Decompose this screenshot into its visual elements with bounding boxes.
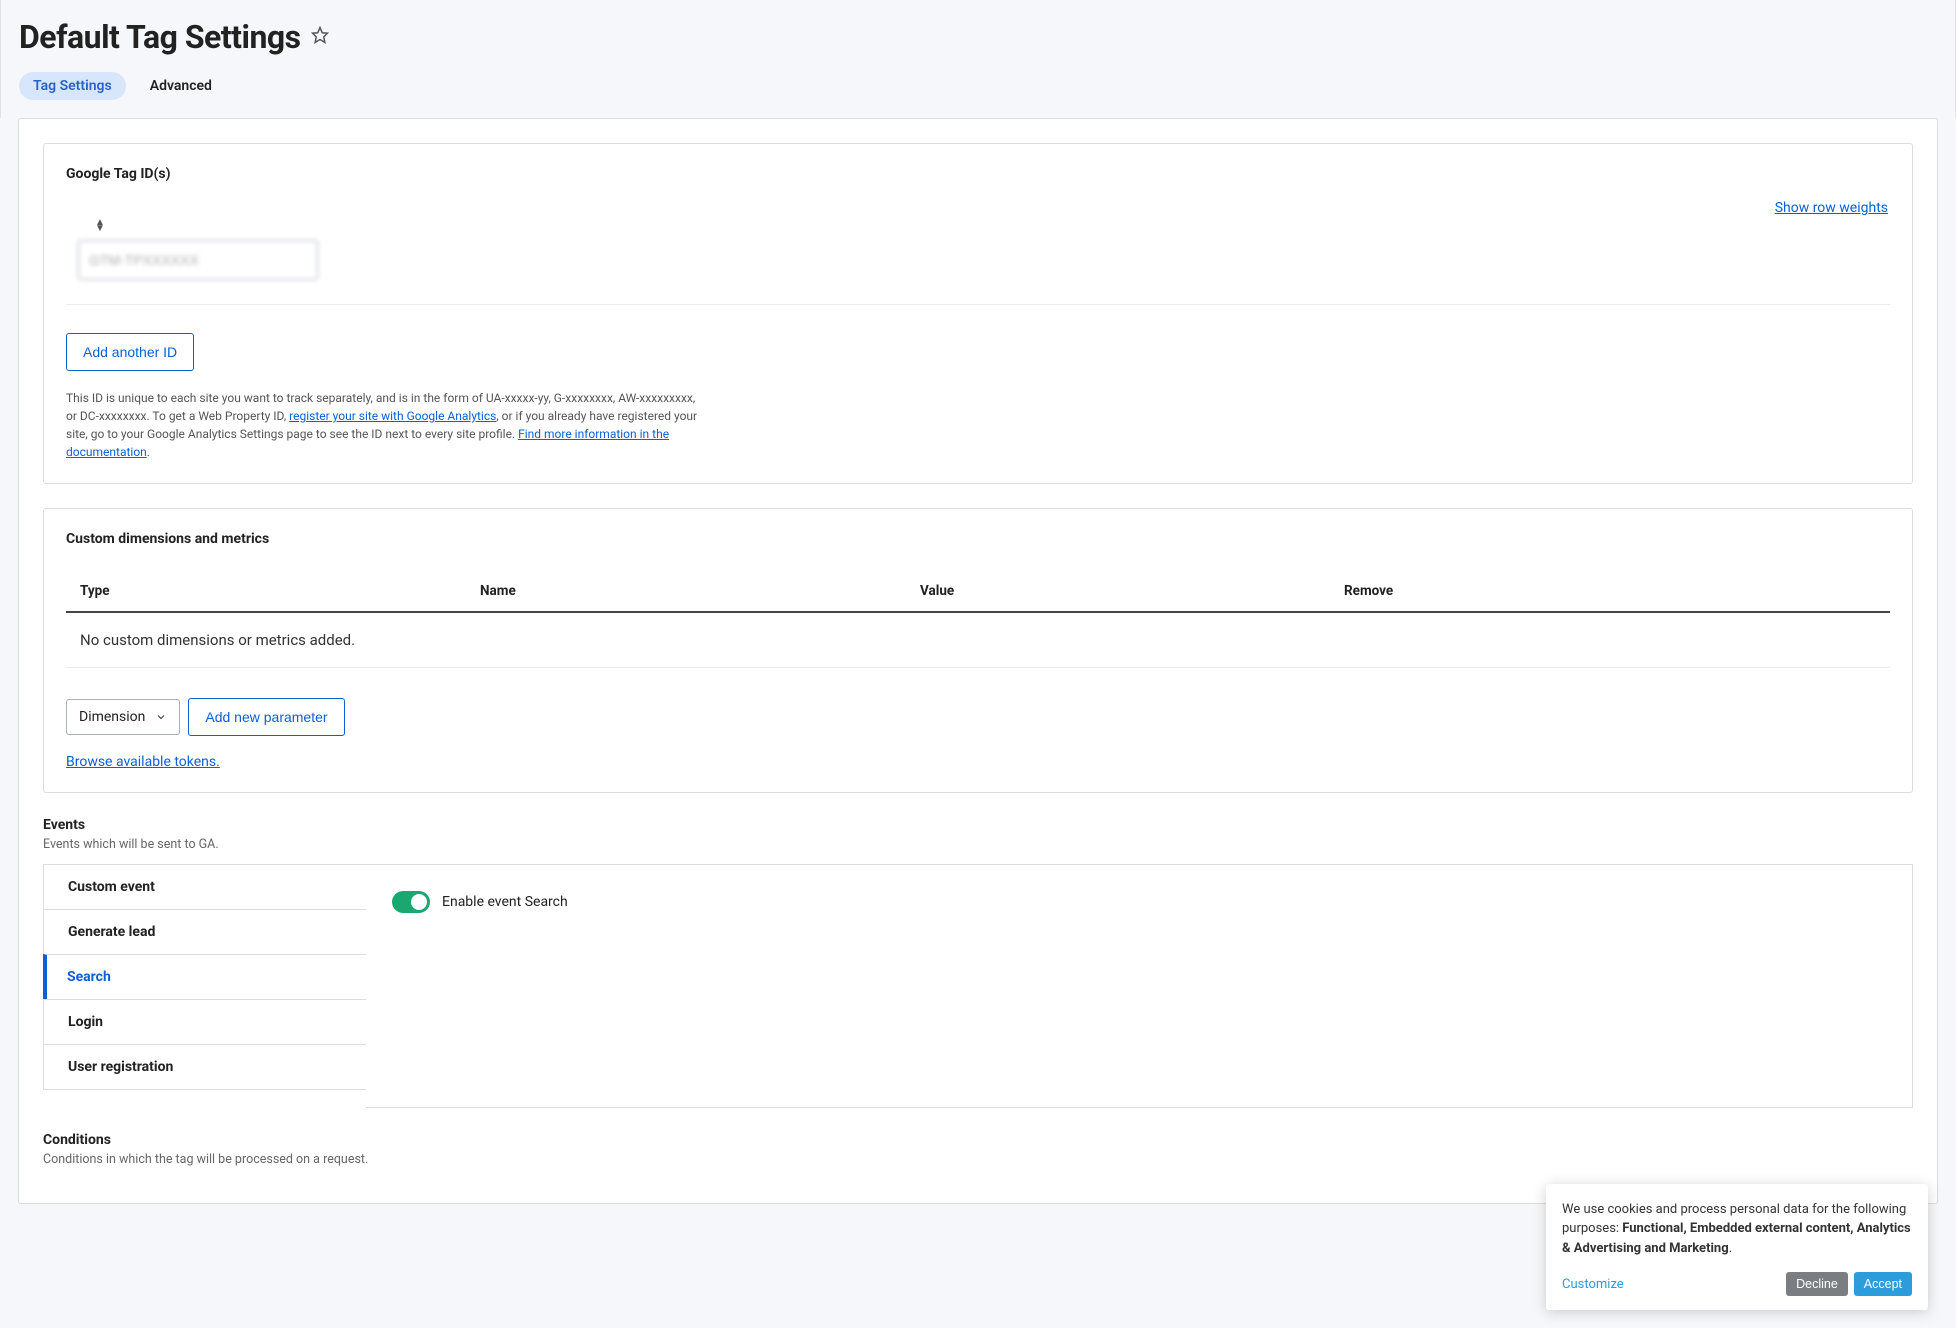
enable-event-search-label: Enable event Search (442, 894, 568, 910)
google-tag-ids-panel: Google Tag ID(s) Show row weights ▲▼ Add… (43, 143, 1913, 484)
chevron-down-icon (155, 711, 167, 723)
event-tab-custom-event[interactable]: Custom event (43, 864, 367, 909)
events-vertical-tabs: Custom event Generate lead Search Login … (43, 864, 367, 1108)
star-icon[interactable] (311, 26, 329, 48)
col-name: Name (480, 583, 920, 599)
cookie-text: We use cookies and process personal data… (1562, 1200, 1912, 1259)
dimension-type-value: Dimension (79, 709, 145, 725)
browse-tokens-link[interactable]: Browse available tokens. (66, 754, 220, 770)
tab-tag-settings[interactable]: Tag Settings (19, 72, 126, 100)
events-content-panel: Enable event Search (366, 864, 1913, 1108)
add-another-id-button[interactable]: Add another ID (66, 333, 194, 371)
cookie-customize-link[interactable]: Customize (1562, 1277, 1624, 1292)
register-site-link[interactable]: register your site with Google Analytics (289, 409, 496, 423)
settings-tabs: Tag Settings Advanced (19, 72, 1937, 100)
events-section: Events Events which will be sent to GA. … (43, 817, 1913, 1108)
divider (66, 304, 1890, 305)
dimensions-empty-message: No custom dimensions or metrics added. (66, 613, 1890, 668)
events-subheading: Events which will be sent to GA. (43, 837, 1913, 852)
events-heading: Events (43, 817, 1913, 833)
event-tab-login[interactable]: Login (43, 999, 367, 1044)
custom-dimensions-panel: Custom dimensions and metrics Type Name … (43, 508, 1913, 793)
tag-id-input[interactable] (78, 240, 318, 280)
tag-id-help-text: This ID is unique to each site you want … (66, 389, 706, 461)
event-tab-user-registration[interactable]: User registration (43, 1044, 367, 1090)
dimension-type-select[interactable]: Dimension (66, 699, 180, 735)
drag-handle-icon[interactable]: ▲▼ (92, 218, 108, 234)
page-title: Default Tag Settings (19, 18, 301, 56)
event-tab-search[interactable]: Search (43, 954, 367, 999)
conditions-section: Conditions Conditions in which the tag w… (43, 1132, 1913, 1167)
cookie-consent-banner: We use cookies and process personal data… (1546, 1184, 1928, 1311)
cookie-accept-button[interactable]: Accept (1854, 1272, 1912, 1296)
custom-dimensions-title: Custom dimensions and metrics (66, 531, 1890, 547)
tab-advanced[interactable]: Advanced (136, 72, 226, 100)
col-remove: Remove (1344, 583, 1876, 599)
event-tab-generate-lead[interactable]: Generate lead (43, 909, 367, 954)
col-value: Value (920, 583, 1344, 599)
dimensions-table-header: Type Name Value Remove (66, 571, 1890, 613)
enable-event-search-toggle[interactable] (392, 891, 430, 913)
add-new-parameter-button[interactable]: Add new parameter (188, 698, 344, 736)
conditions-heading: Conditions (43, 1132, 1913, 1148)
cookie-decline-button[interactable]: Decline (1786, 1272, 1848, 1296)
conditions-subheading: Conditions in which the tag will be proc… (43, 1152, 1913, 1167)
col-type: Type (80, 583, 480, 599)
show-row-weights-link[interactable]: Show row weights (1775, 200, 1888, 216)
google-tag-ids-title: Google Tag ID(s) (66, 166, 1890, 182)
